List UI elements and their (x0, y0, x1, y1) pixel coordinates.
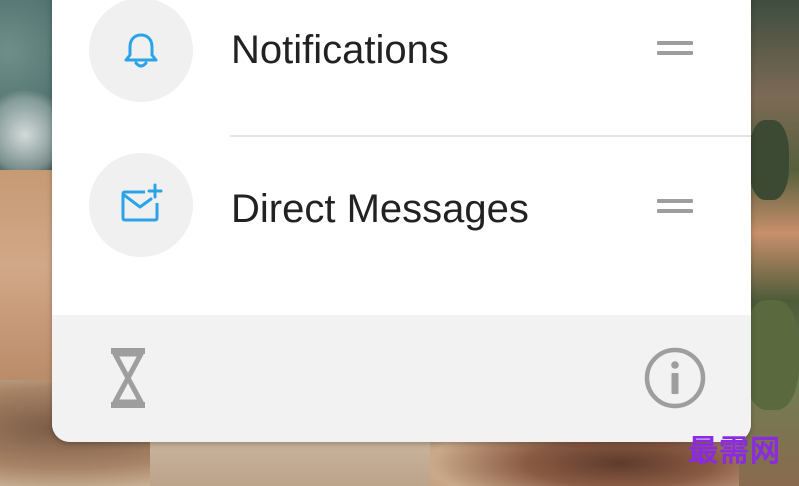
list-item-notifications[interactable]: Notifications (52, 0, 751, 135)
drag-handle-icon[interactable] (657, 199, 693, 213)
direct-messages-icon-circle (89, 153, 193, 257)
mail-plus-icon (121, 183, 163, 222)
settings-panel: Notifications Direct Messages (52, 0, 751, 442)
info-icon[interactable] (643, 346, 707, 410)
list-item-direct-messages[interactable]: Direct Messages (52, 135, 751, 295)
watermark: 最需网 (688, 434, 781, 469)
direct-messages-label: Direct Messages (231, 187, 529, 231)
wallpaper-bush (744, 300, 799, 410)
bell-icon (124, 33, 158, 68)
panel-footer (52, 315, 751, 442)
hourglass-icon[interactable] (108, 347, 148, 409)
drag-handle-icon[interactable] (657, 41, 693, 55)
wallpaper-bush (749, 120, 789, 200)
notifications-icon-circle (89, 0, 193, 102)
notifications-label: Notifications (231, 28, 449, 72)
